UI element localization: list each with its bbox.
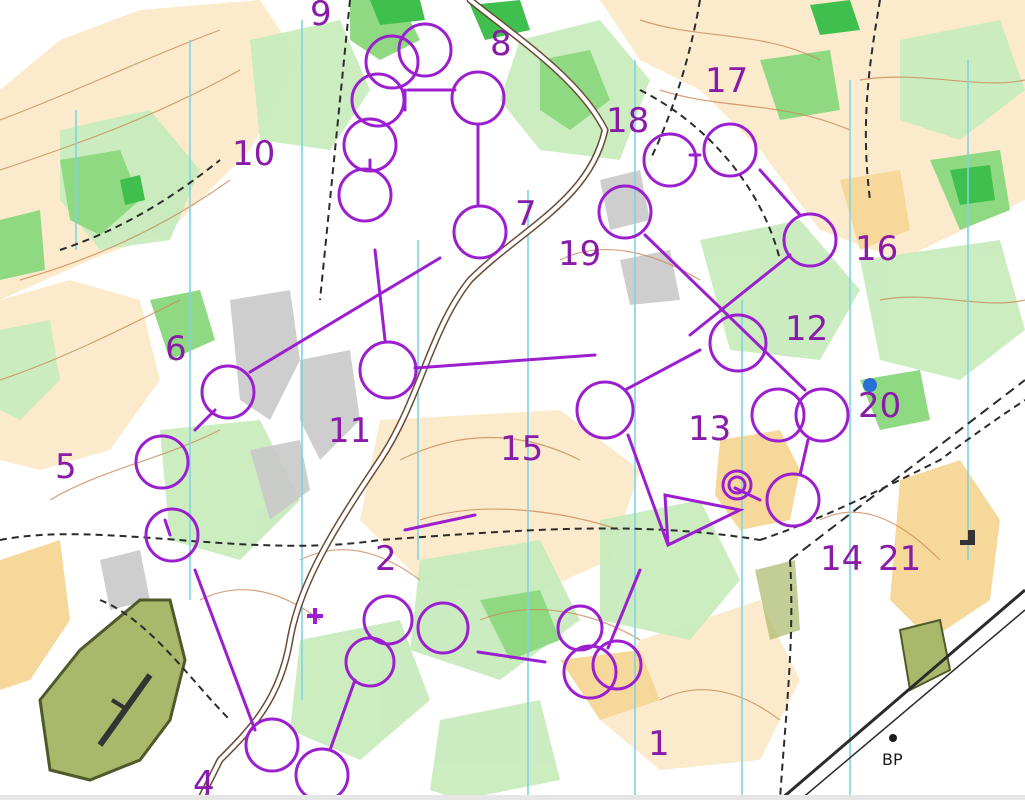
control-number-7: 7 bbox=[515, 194, 537, 234]
control-number-19: 19 bbox=[558, 234, 601, 274]
control-number-17: 17 bbox=[705, 61, 748, 101]
map-canvas: 1 2 4 5 6 7 8 9 10 11 12 13 14 15 16 17 … bbox=[0, 0, 1025, 800]
control-number-14: 14 bbox=[820, 539, 863, 579]
bp-label: BP bbox=[882, 750, 903, 769]
control-number-16: 16 bbox=[855, 229, 898, 269]
control-number-12: 12 bbox=[785, 309, 828, 349]
control-number-4: 4 bbox=[193, 764, 215, 800]
control-number-5: 5 bbox=[55, 447, 77, 487]
control-number-1: 1 bbox=[648, 724, 670, 764]
control-number-10: 10 bbox=[232, 134, 275, 174]
control-number-6: 6 bbox=[165, 329, 187, 369]
control-number-20: 20 bbox=[858, 386, 901, 426]
control-number-9: 9 bbox=[310, 0, 332, 34]
map-bottom-border bbox=[0, 795, 1025, 800]
control-number-18: 18 bbox=[606, 101, 649, 141]
control-number-15: 15 bbox=[500, 429, 543, 469]
control-number-11: 11 bbox=[328, 411, 371, 451]
bp-point bbox=[889, 734, 897, 742]
control-number-13: 13 bbox=[688, 409, 731, 449]
control-number-2: 2 bbox=[375, 539, 397, 579]
control-number-8: 8 bbox=[490, 24, 512, 64]
orienteering-map[interactable]: 1 2 4 5 6 7 8 9 10 11 12 13 14 15 16 17 … bbox=[0, 0, 1025, 800]
control-number-21: 21 bbox=[878, 539, 921, 579]
